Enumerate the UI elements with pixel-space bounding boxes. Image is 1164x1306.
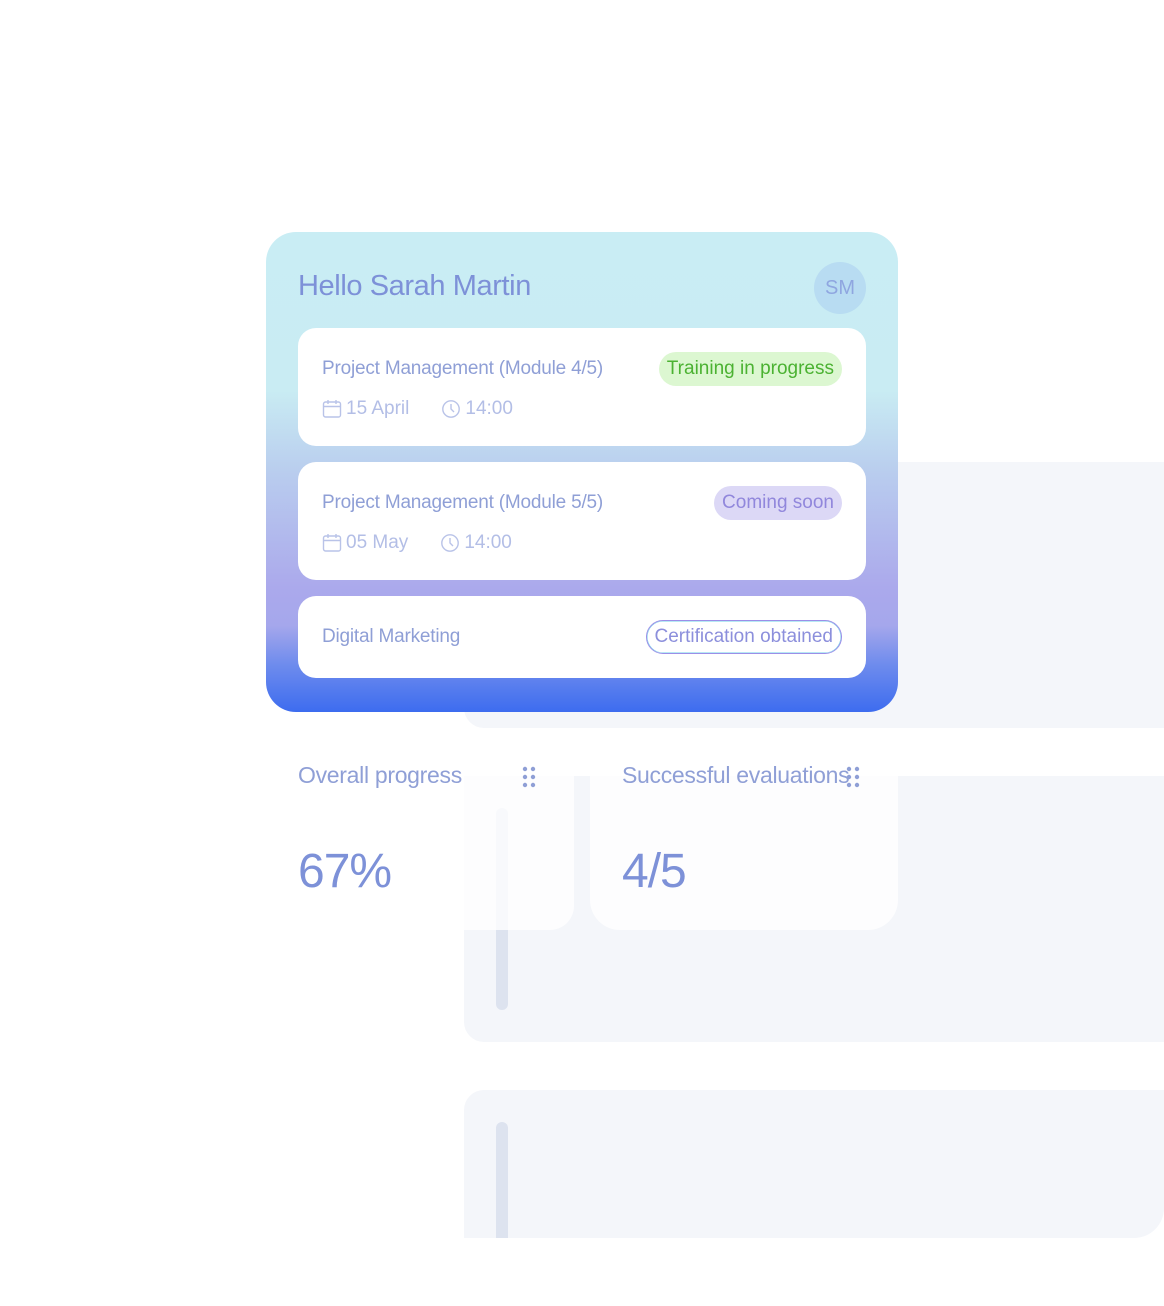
stat-label: Overall progress [298,762,462,788]
calendar-icon [322,534,342,552]
course-item[interactable]: Project Management (Module 5/5) Coming s… [298,462,866,580]
course-schedule: 05 May 14:00 [322,532,512,554]
background-panel [464,1090,1164,1238]
course-date-text: 05 May [346,532,409,553]
drag-handle-icon[interactable] [521,766,537,788]
stat-value: 67% [298,845,392,898]
course-title: Digital Marketing [322,626,461,647]
course-title: Project Management (Module 5/5) [322,492,604,513]
course-time-text: 14:00 [465,398,513,419]
successful-evaluations-card: Successful evaluations 4/5 [590,744,898,930]
training-dashboard-card: Hello Sarah Martin SM Project Management… [266,232,898,712]
status-badge: Training in progress [658,352,842,386]
course-time: 14:00 [440,532,512,554]
avatar[interactable]: SM [814,262,866,314]
calendar-icon [322,400,342,418]
course-title: Project Management (Module 4/5) [322,358,604,379]
clock-icon [441,534,460,552]
course-date: 15 April [322,398,409,420]
course-schedule: 15 April 14:00 [322,398,513,420]
course-date-text: 15 April [346,398,410,419]
course-item[interactable]: Digital Marketing Certification obtained [298,596,866,678]
status-badge: Certification obtained [645,620,842,654]
course-time-text: 14:00 [464,532,512,553]
stat-value: 4/5 [622,845,687,898]
status-badge: Coming soon [714,486,842,520]
background-scrollbar [496,1122,508,1238]
course-item[interactable]: Project Management (Module 4/5) Training… [298,328,866,446]
drag-handle-icon[interactable] [845,766,861,788]
greeting-title: Hello Sarah Martin [298,270,531,302]
course-time: 14:00 [441,398,513,420]
course-date: 05 May [322,532,408,554]
overall-progress-card: Overall progress 67% [266,744,574,930]
stat-label: Successful evaluations [622,762,850,788]
clock-icon [442,400,461,418]
